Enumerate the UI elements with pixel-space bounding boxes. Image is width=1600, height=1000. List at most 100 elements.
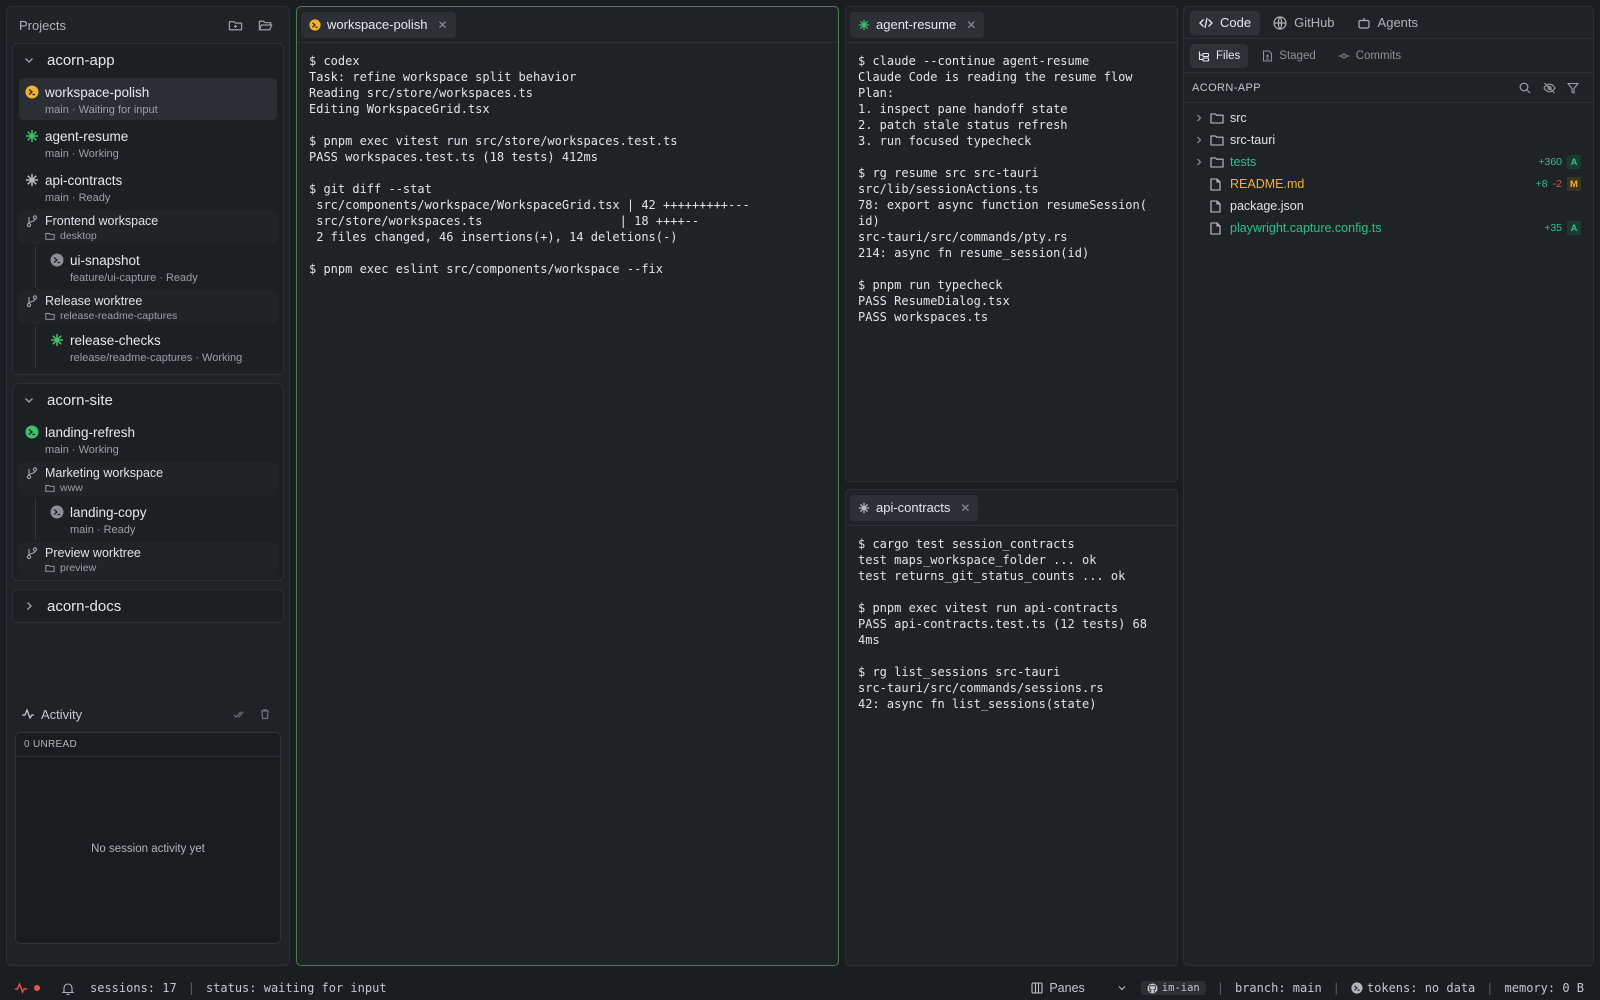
workspace-name: Frontend workspace <box>45 214 159 228</box>
workspace-item[interactable]: Marketing workspace www <box>19 462 277 496</box>
new-folder-icon[interactable] <box>223 13 247 37</box>
workspace-item[interactable]: Release worktree release-readme-captures <box>19 290 277 324</box>
terminal-output[interactable]: $ codex Task: refine workspace split beha… <box>297 43 838 287</box>
added-lines: +360 <box>1538 156 1562 168</box>
terminal-line: $ rg resume src src-tauri <box>858 166 1039 180</box>
repo-header: ACORN-APP <box>1184 73 1593 103</box>
eye-off-icon[interactable] <box>1537 82 1561 94</box>
session-name: agent-resume <box>45 128 129 144</box>
tree-item-name: package.json <box>1230 199 1304 213</box>
project-header[interactable]: acorn-docs <box>13 590 283 622</box>
session-item-api-contracts[interactable]: api-contracts main · Ready <box>19 166 277 208</box>
session-name: release-checks <box>70 332 161 348</box>
code-panel: Code GitHub Agents Files Staged Commits … <box>1183 6 1594 966</box>
waiting-status-icon <box>309 18 321 31</box>
status-text: status: waiting for input <box>205 981 387 995</box>
tab-label: Staged <box>1279 49 1316 62</box>
pane-tab-bar: agent-resume ✕ <box>846 7 1177 43</box>
tab-code[interactable]: Code <box>1190 10 1261 35</box>
terminal-output[interactable]: $ claude --continue agent-resume Claude C… <box>846 43 1177 335</box>
session-item-workspace-polish[interactable]: workspace-polish main · Waiting for inpu… <box>19 78 277 120</box>
tab-commits[interactable]: Commits <box>1330 44 1409 68</box>
filter-icon[interactable] <box>1561 82 1585 94</box>
terminal-line: 2. patch stale status refresh <box>858 118 1068 132</box>
terminal-output[interactable]: $ cargo test session_contracts test maps_… <box>846 526 1177 722</box>
modified-badge: M <box>1567 177 1581 191</box>
tab-staged[interactable]: Staged <box>1254 44 1323 68</box>
pane-tab-bar: api-contracts ✕ <box>846 490 1177 526</box>
open-folder-icon[interactable] <box>253 13 277 37</box>
terminal-pane-agent-resume[interactable]: agent-resume ✕ $ claude --continue agent… <box>845 6 1178 482</box>
branch-text: branch: main <box>1234 981 1322 995</box>
workspace-item[interactable]: Frontend workspace desktop <box>19 210 277 244</box>
mark-read-icon[interactable] <box>229 708 249 721</box>
terminal-line: src/components/workspace/WorkspaceGrid.t… <box>309 198 750 212</box>
pulse-icon[interactable] <box>14 982 28 994</box>
session-item-release-checks[interactable]: release-checks release/readme-captures ·… <box>44 326 277 368</box>
tree-item-src-tauri[interactable]: src-tauri <box>1184 129 1593 151</box>
terminal-line: Task: refine workspace split behavior <box>309 70 577 84</box>
folder-icon <box>45 565 55 572</box>
session-meta: main · Ready <box>45 192 111 204</box>
search-icon[interactable] <box>1513 82 1537 94</box>
session-meta: main · Waiting for input <box>45 104 158 116</box>
tree-item-tests[interactable]: tests +360 A <box>1184 151 1593 173</box>
session-item-ui-snapshot[interactable]: ui-snapshot feature/ui-capture · Ready <box>44 246 277 288</box>
workspace-name: Preview worktree <box>45 546 141 560</box>
close-icon[interactable]: ✕ <box>960 501 970 515</box>
session-meta: release/readme-captures · Working <box>70 352 243 364</box>
terminal-line: 2 files changed, 46 insertions(+), 14 de… <box>309 230 678 244</box>
file-tree-icon <box>1198 51 1210 62</box>
activity-empty-text: No session activity yet <box>91 843 205 855</box>
tokens-indicator: tokens: no data <box>1351 981 1475 995</box>
chevron-down-icon <box>23 394 37 406</box>
tree-item-src[interactable]: src <box>1184 107 1593 129</box>
session-name: landing-refresh <box>45 424 136 440</box>
tree-item-readme[interactable]: README.md +8 -2 M <box>1184 173 1593 195</box>
tab-github[interactable]: GitHub <box>1264 11 1343 35</box>
git-branch-icon <box>25 294 39 308</box>
folder-label: release-readme-captures <box>60 310 178 322</box>
workspace-folder: preview <box>45 562 277 574</box>
tab-workspace-polish[interactable]: workspace-polish ✕ <box>301 11 456 38</box>
terminal-line: $ git diff --stat <box>309 182 432 196</box>
working-status-icon <box>25 425 39 439</box>
tab-agent-resume[interactable]: agent-resume ✕ <box>850 11 985 38</box>
bell-icon[interactable] <box>62 982 74 995</box>
code-icon <box>1199 17 1213 28</box>
chevron-down-icon[interactable] <box>1117 983 1127 993</box>
tab-agents[interactable]: Agents <box>1348 11 1427 35</box>
columns-icon <box>1031 982 1043 994</box>
terminal-pane-workspace-polish[interactable]: workspace-polish ✕ $ codex Task: refine w… <box>296 6 839 966</box>
workspace-folder: desktop <box>45 230 277 242</box>
terminal-pane-api-contracts[interactable]: api-contracts ✕ $ cargo test session_con… <box>845 489 1178 966</box>
tree-item-package-json[interactable]: package.json <box>1184 195 1593 217</box>
close-icon[interactable]: ✕ <box>437 18 447 32</box>
git-branch-icon <box>25 546 39 560</box>
claude-spark-icon <box>858 502 870 514</box>
terminal-line: test returns_git_status_counts ... ok <box>858 569 1126 583</box>
tab-label: Agents <box>1377 15 1419 30</box>
activity-panel: Activity 0 UNREAD No session activity ye… <box>7 700 289 944</box>
tree-item-name: README.md <box>1230 177 1305 191</box>
session-item-agent-resume[interactable]: agent-resume main · Working <box>19 122 277 164</box>
terminal-line: Plan: <box>858 86 895 100</box>
project-header[interactable]: acorn-site <box>13 384 283 416</box>
git-branch-icon <box>25 466 39 480</box>
session-item-landing-refresh[interactable]: landing-refresh main · Working <box>19 418 277 460</box>
panes-button[interactable]: Panes <box>1031 981 1085 995</box>
close-icon[interactable]: ✕ <box>966 18 976 32</box>
session-item-landing-copy[interactable]: landing-copy main · Ready <box>44 498 277 540</box>
tab-files[interactable]: Files <box>1190 43 1249 68</box>
tree-item-playwright-config[interactable]: playwright.capture.config.ts +35 A <box>1184 217 1593 239</box>
tab-api-contracts[interactable]: api-contracts ✕ <box>850 494 979 521</box>
workspace-item[interactable]: Preview worktree preview <box>19 542 277 576</box>
project-header[interactable]: acorn-app <box>13 44 283 76</box>
github-user-chip[interactable]: im-ian <box>1140 981 1206 995</box>
folder-icon <box>1210 156 1224 168</box>
trash-icon[interactable] <box>255 708 275 720</box>
tree-item-name: playwright.capture.config.ts <box>1230 221 1382 235</box>
